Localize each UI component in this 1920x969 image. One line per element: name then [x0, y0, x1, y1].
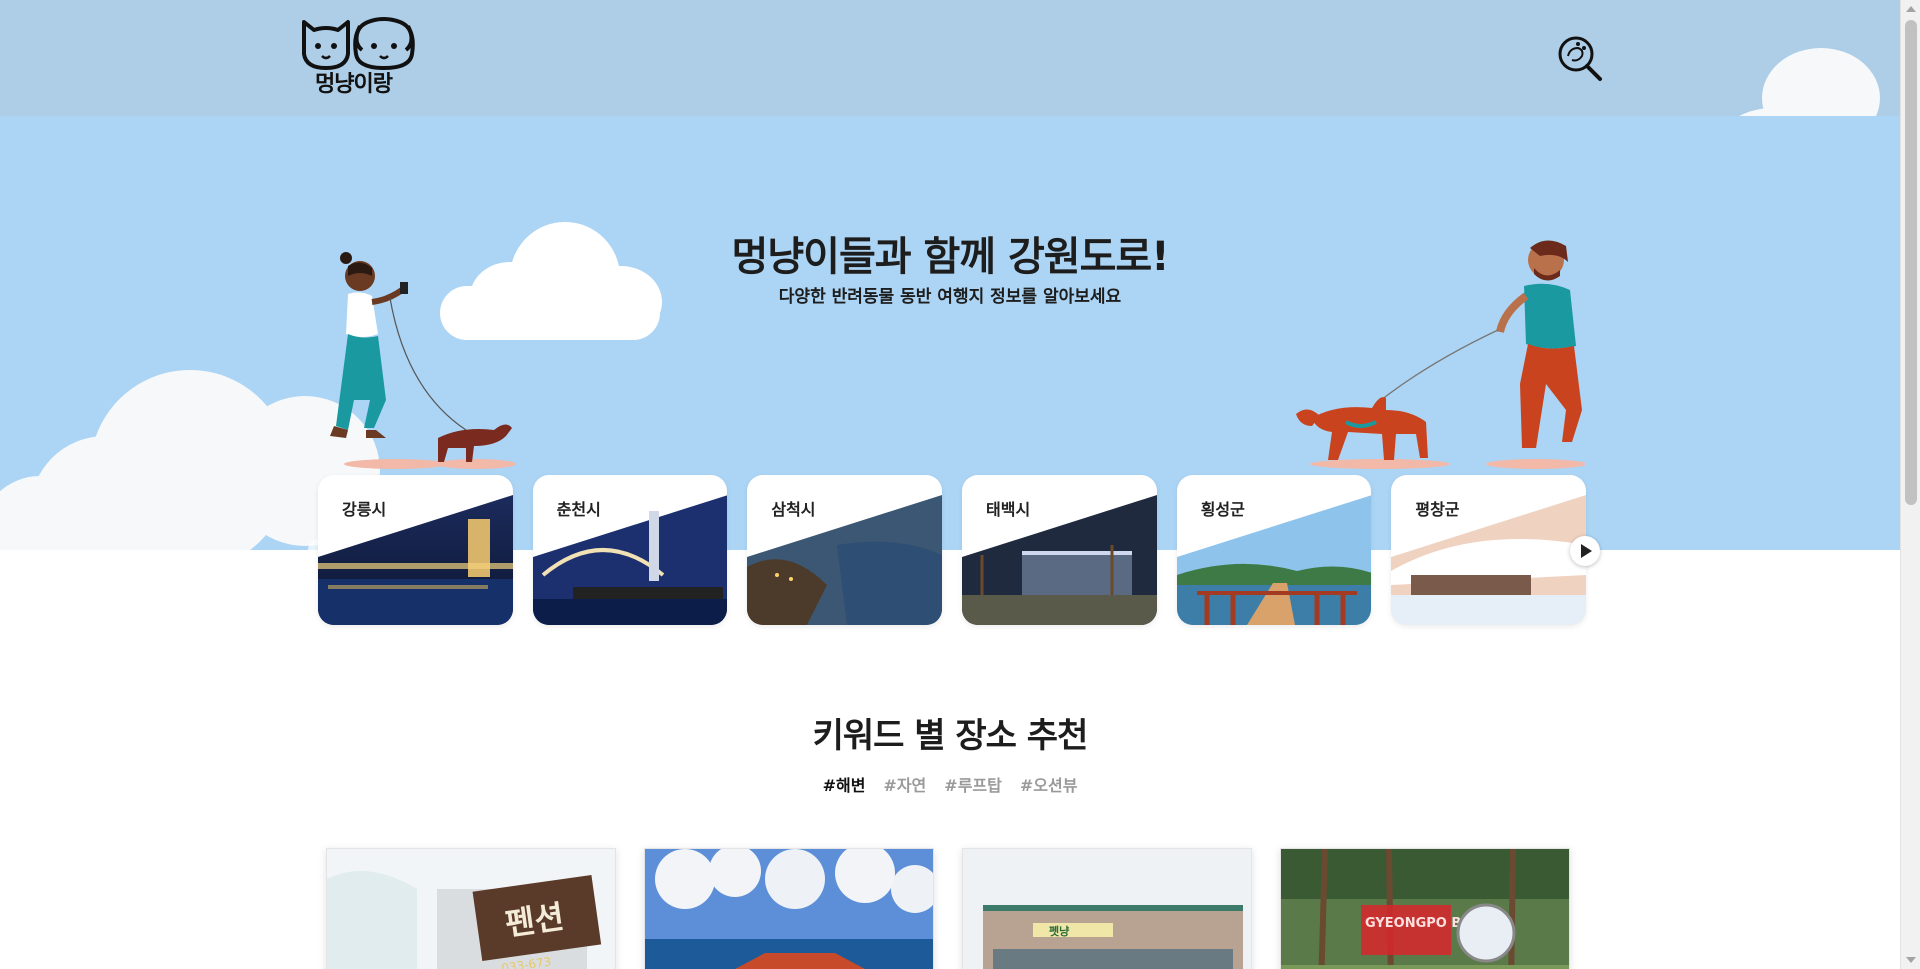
city-label: 강릉시 — [342, 500, 387, 519]
woman-walking-dog-illustration — [330, 252, 516, 469]
scroll-thumb[interactable] — [1905, 20, 1917, 505]
place-card-list: 펜션 033-673 펫냥 GYEONGPO BEACH — [326, 848, 1570, 969]
man-walking-dog-illustration — [1296, 240, 1586, 469]
page-scrollbar[interactable] — [1900, 0, 1920, 969]
place-photo — [645, 849, 933, 969]
city-card-hoengseong[interactable]: 횡성군 — [1176, 475, 1372, 625]
sign-text: 펫냥 — [1049, 924, 1069, 938]
tag-oceanview[interactable]: #오션뷰 — [1020, 772, 1078, 796]
search-paw-icon[interactable] — [1556, 34, 1604, 82]
keyword-tags: #해변 #자연 #루프탑 #오션뷰 — [0, 772, 1900, 796]
tag-beach[interactable]: #해변 — [823, 772, 866, 796]
sign-text: 펜션 — [503, 897, 567, 943]
tag-rooftop[interactable]: #루프탑 — [944, 772, 1002, 796]
place-photo: 펜션 033-673 — [327, 849, 615, 969]
site-header: 멍냥이랑 — [0, 0, 1900, 116]
city-card-taebaek[interactable]: 태백시 — [962, 475, 1157, 625]
scroll-up-arrow[interactable] — [1906, 6, 1916, 12]
place-card[interactable]: 펫냥 — [962, 848, 1252, 969]
city-card-chuncheon[interactable]: 춘천시 — [532, 475, 728, 625]
place-photo: 펫냥 — [963, 849, 1251, 969]
hero-subtitle: 다양한 반려동물 동반 여행지 정보를 알아보세요 — [778, 287, 1122, 307]
city-card-gangneung[interactable]: 강릉시 — [318, 475, 513, 625]
city-label: 평창군 — [1415, 500, 1460, 519]
place-card[interactable]: 펜션 033-673 — [326, 848, 616, 969]
city-label: 삼척시 — [771, 500, 816, 519]
city-carousel: 강릉시 춘천시 삼척시 태백시 횡성군 평창군 — [318, 475, 1587, 625]
city-card-pyeongchang[interactable]: 평창군 — [1391, 475, 1587, 625]
city-label: 춘천시 — [556, 500, 601, 519]
place-photo: GYEONGPO BEACH — [1281, 849, 1569, 969]
scroll-down-arrow[interactable] — [1906, 957, 1916, 963]
hero-title: 멍냥이들과 함께 강원도로! — [731, 234, 1170, 280]
city-label: 횡성군 — [1200, 500, 1245, 519]
logo-text[interactable]: 멍냥이랑 — [315, 66, 393, 98]
place-card[interactable] — [644, 848, 934, 969]
city-label: 태백시 — [986, 500, 1031, 519]
tag-nature[interactable]: #자연 — [883, 772, 926, 796]
place-card[interactable]: GYEONGPO BEACH — [1280, 848, 1570, 969]
slider-next-button[interactable] — [1570, 536, 1600, 566]
keyword-section-title: 키워드 별 장소 추천 — [812, 716, 1089, 756]
city-card-samcheok[interactable]: 삼척시 — [747, 475, 943, 625]
